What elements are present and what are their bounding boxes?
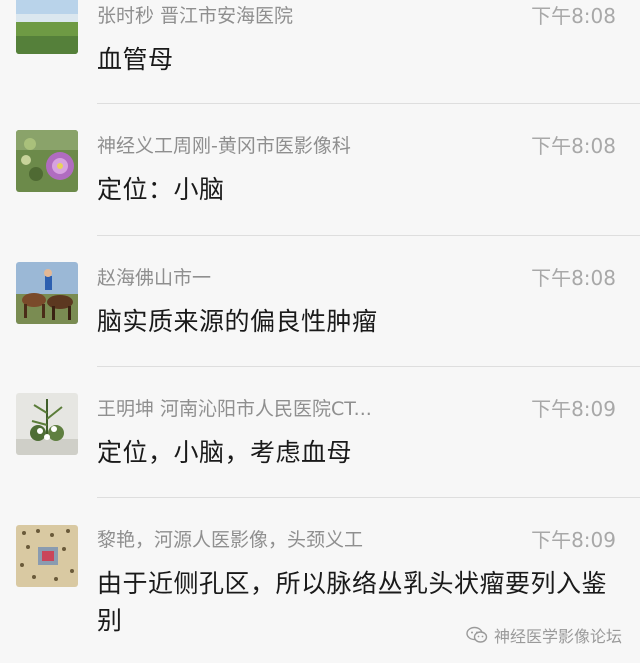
grassland-photo-avatar[interactable] — [16, 0, 78, 54]
flower-photo-avatar[interactable] — [16, 130, 78, 192]
message-text[interactable]: 定位，小脑，考虑血母 — [97, 434, 617, 471]
chat-message: 神经义工周刚-黄冈市医影像科 下午8:08 定位：小脑 — [0, 104, 640, 236]
wechat-icon — [466, 626, 488, 643]
sender-name: 黎艳，河源人医影像，头颈义工 — [97, 529, 364, 551]
chat-message: 王明坤 河南沁阳市人民医院CT... 下午8:09 定位，小脑，考虑血母 — [0, 367, 640, 497]
message-time: 下午8:09 — [531, 397, 616, 421]
chat-message: 赵海佛山市一 下午8:08 脑实质来源的偏良性肿瘤 — [0, 236, 640, 366]
sender-name: 神经义工周刚-黄冈市医影像科 — [97, 135, 351, 157]
sender-name: 张时秒 晋江市安海医院 — [97, 5, 294, 27]
watermark: 神经医学影像论坛 — [466, 623, 622, 647]
chat-message-list: 张时秒 晋江市安海医院 下午8:08 血管母 神经义工周刚-黄冈市医影像科 下午… — [0, 0, 640, 663]
horses-photo-avatar[interactable] — [16, 262, 78, 324]
chat-message: 张时秒 晋江市安海医院 下午8:08 血管母 — [0, 0, 640, 104]
message-text[interactable]: 脑实质来源的偏良性肿瘤 — [97, 303, 617, 340]
pattern-photo-avatar[interactable] — [16, 525, 78, 587]
watermark-text: 神经医学影像论坛 — [493, 627, 622, 646]
message-time: 下午8:08 — [531, 266, 616, 290]
message-time: 下午8:08 — [531, 134, 616, 158]
sender-name: 赵海佛山市一 — [97, 267, 212, 289]
message-time: 下午8:09 — [531, 528, 616, 552]
message-text[interactable]: 血管母 — [97, 41, 617, 78]
sender-name: 王明坤 河南沁阳市人民医院CT... — [97, 398, 372, 420]
plant-photo-avatar[interactable] — [16, 393, 78, 455]
message-time: 下午8:08 — [531, 4, 616, 28]
message-text[interactable]: 定位：小脑 — [97, 171, 617, 208]
